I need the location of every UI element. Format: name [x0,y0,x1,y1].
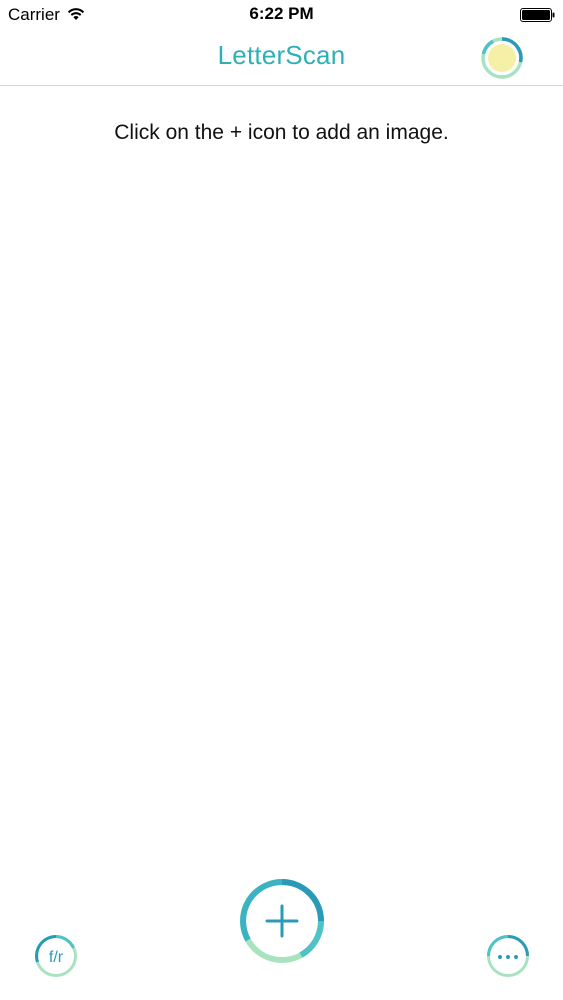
more-icon [487,935,529,977]
navigation-bar: LetterScan [0,32,563,86]
battery-full-icon [520,8,556,22]
status-bar: Carrier 6:22 PM [0,0,563,32]
add-image-button[interactable] [237,876,327,966]
sun-icon [481,37,523,79]
more-options-button[interactable] [485,933,531,979]
plus-icon [240,879,324,963]
sun-toggle-button[interactable] [479,35,525,81]
flip-rotate-label: f/r [49,949,64,966]
status-time: 6:22 PM [249,4,314,23]
empty-state-hint: Click on the + icon to add an image. [114,121,449,144]
flip-rotate-button[interactable]: f/r [33,933,79,979]
